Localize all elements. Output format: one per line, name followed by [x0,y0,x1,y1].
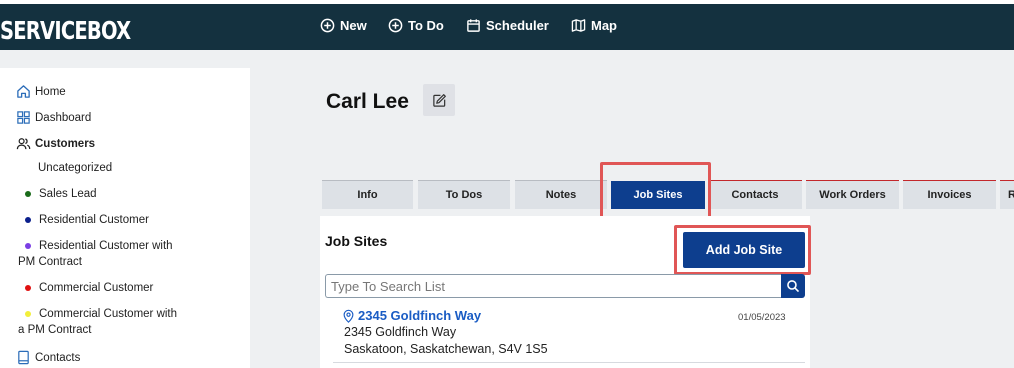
app-logo[interactable]: SERVICEBOX [0,16,131,45]
sidebar-item-commercial[interactable]: Commercial Customer [25,282,153,294]
sidebar-item-label: Commercial Customer with [39,308,178,320]
tab-label: Notes [545,189,577,201]
plus-circle-icon [320,18,335,33]
sidebar-item-label: Residential Customer with [39,240,173,252]
tab-invoices[interactable]: Invoices [903,180,996,209]
status-dot [25,243,31,249]
todo-button[interactable]: To Do [388,18,444,33]
tab-todos[interactable]: To Dos [418,180,510,209]
sidebar-item-label-continued: a PM Contract [18,324,92,336]
home-icon [17,85,30,98]
sidebar-item-label: Sales Lead [39,188,97,200]
map-pin-icon [343,309,354,323]
tab-info[interactable]: Info [322,180,413,209]
sidebar-item-contacts[interactable]: Contacts [16,350,80,365]
sidebar-item-customers[interactable]: Customers [16,136,95,151]
status-dot [25,191,31,197]
edit-pencil-icon [432,93,446,107]
users-icon [16,138,31,150]
status-dot [25,217,31,223]
dashboard-grid-icon [17,111,30,124]
job-site-link[interactable]: 2345 Goldfinch Way [342,308,481,323]
tab-label: Info [357,189,378,201]
job-site-name: 2345 Goldfinch Way [358,308,482,323]
page-title: Carl Lee [326,90,409,113]
scheduler-button[interactable]: Scheduler [466,18,549,33]
new-label: New [340,18,367,33]
tab-work-orders[interactable]: Work Orders [806,180,899,209]
tab-label: R [1008,189,1014,201]
sidebar-item-residential[interactable]: Residential Customer [25,214,149,226]
sidebar-item-label: Contacts [35,351,81,364]
job-site-date: 01/05/2023 [738,312,786,323]
search-icon [787,280,800,293]
sidebar-item-label-continued: PM Contract [18,256,82,268]
sidebar-item-sales-lead[interactable]: Sales Lead [25,188,97,200]
edit-customer-button[interactable] [423,84,455,116]
todo-label: To Do [408,18,444,33]
scheduler-label: Scheduler [486,18,549,33]
search-button[interactable] [781,274,805,298]
map-label: Map [591,18,617,33]
list-divider [333,362,805,363]
sidebar-item-label: Home [35,85,66,98]
tab-label: To Dos [445,189,483,201]
new-button[interactable]: New [320,18,367,33]
plus-circle-icon [388,18,403,33]
tab-notes[interactable]: Notes [515,180,607,209]
tab-label: Contacts [731,189,779,201]
sidebar-item-home[interactable]: Home [16,84,66,99]
sidebar-item-label: Customers [35,137,96,150]
sidebar-item-label: Dashboard [35,111,92,124]
sidebar-item-commercial-pm[interactable]: Commercial Customer with [25,308,177,320]
status-dot [25,311,31,317]
sidebar-item-label: Commercial Customer [39,282,154,294]
sidebar-item-residential-pm[interactable]: Residential Customer with [25,240,173,252]
map-button[interactable]: Map [571,18,617,33]
sidebar-item-dashboard[interactable]: Dashboard [16,110,91,125]
panel-title: Job Sites [325,233,388,249]
sidebar-item-label: Residential Customer [39,214,149,226]
calendar-icon [467,19,480,32]
search-input[interactable] [325,274,782,298]
tab-label: Invoices [927,189,972,201]
book-icon [18,350,29,365]
tab-label: Work Orders [819,189,886,201]
top-nav-bar: SERVICEBOX New To Do Scheduler Map [0,0,1014,50]
highlight-box [600,162,711,219]
job-site-address-line1: 2345 Goldfinch Way [344,325,457,339]
highlight-box [674,225,811,275]
job-site-address-line2: Saskatoon, Saskatchewan, S4V 1S5 [344,342,548,356]
tab-contacts[interactable]: Contacts [708,180,802,209]
sidebar-item-label: Uncategorized [38,162,113,174]
sidebar-item-uncategorized[interactable]: Uncategorized [38,162,112,174]
map-icon [571,19,586,32]
tab-more[interactable]: R [1000,180,1014,209]
status-dot [25,285,31,291]
